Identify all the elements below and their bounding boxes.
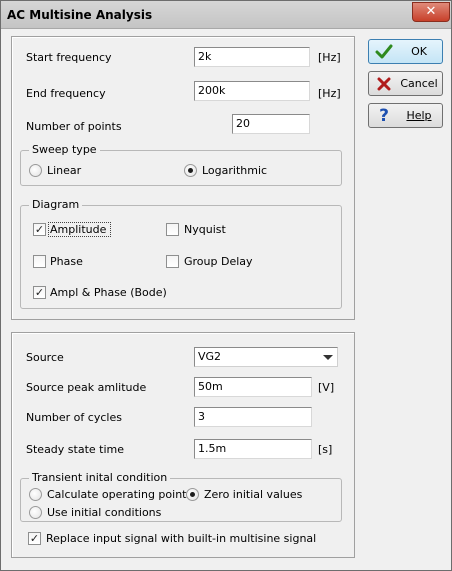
end-frequency-input[interactable]: 200k — [194, 81, 310, 101]
help-button[interactable]: ? Help — [368, 103, 443, 128]
diagram-group: Diagram ✓ Amplitude Nyquist Phase Group … — [20, 198, 342, 309]
x-icon — [377, 77, 391, 91]
end-frequency-unit: [Hz] — [318, 87, 341, 100]
use-initial-radio[interactable] — [29, 506, 42, 519]
amplitude-checkbox[interactable]: ✓ — [33, 223, 46, 236]
dialog-client: Start frequency 2k [Hz] End frequency 20… — [1, 30, 451, 570]
title-bar[interactable]: AC Multisine Analysis ✕ — [1, 1, 451, 29]
start-frequency-input[interactable]: 2k — [194, 47, 310, 67]
zero-initial-radio[interactable] — [186, 488, 199, 501]
phase-label[interactable]: Phase — [50, 255, 83, 268]
transient-title: Transient inital condition — [29, 471, 171, 484]
dialog-window: AC Multisine Analysis ✕ Start frequency … — [0, 0, 452, 571]
calc-operating-point-label[interactable]: Calculate operating point — [47, 488, 187, 501]
source-panel: Source VG2 Source peak amlitude 50m [V] … — [11, 332, 355, 558]
end-frequency-label: End frequency — [26, 87, 106, 100]
group-delay-checkbox[interactable] — [166, 255, 179, 268]
cycles-label: Number of cycles — [26, 411, 122, 424]
linear-label[interactable]: Linear — [47, 164, 81, 177]
close-button[interactable]: ✕ — [412, 2, 450, 22]
frequency-panel: Start frequency 2k [Hz] End frequency 20… — [11, 36, 355, 320]
question-mark-icon: ? — [379, 106, 389, 126]
source-value: VG2 — [198, 350, 222, 363]
steady-state-input[interactable]: 1.5m — [194, 439, 312, 459]
cycles-input[interactable]: 3 — [194, 407, 312, 427]
checkmark-icon — [375, 44, 393, 59]
linear-radio[interactable] — [29, 164, 42, 177]
sweep-type-group: Sweep type Linear Logarithmic — [20, 143, 342, 186]
ok-label: OK — [411, 45, 427, 58]
bode-label[interactable]: Ampl & Phase (Bode) — [50, 286, 167, 299]
close-icon: ✕ — [425, 4, 437, 19]
nyquist-checkbox[interactable] — [166, 223, 179, 236]
start-frequency-label: Start frequency — [26, 51, 112, 64]
points-label: Number of points — [26, 120, 122, 133]
cancel-button[interactable]: Cancel — [368, 71, 443, 96]
steady-state-unit: [s] — [318, 443, 333, 456]
bode-checkbox[interactable]: ✓ — [33, 286, 46, 299]
amplitude-label[interactable]: Amplitude — [50, 223, 106, 236]
chevron-down-icon[interactable] — [323, 355, 333, 360]
logarithmic-radio[interactable] — [184, 164, 197, 177]
replace-signal-checkbox[interactable]: ✓ — [28, 532, 41, 545]
cancel-label: Cancel — [400, 77, 438, 90]
calc-operating-point-radio[interactable] — [29, 488, 42, 501]
peak-amplitude-unit: [V] — [318, 381, 335, 394]
diagram-title: Diagram — [29, 198, 83, 211]
logarithmic-label[interactable]: Logarithmic — [202, 164, 267, 177]
start-frequency-unit: [Hz] — [318, 51, 341, 64]
group-delay-label[interactable]: Group Delay — [184, 255, 253, 268]
window-title: AC Multisine Analysis — [7, 8, 153, 22]
replace-signal-label[interactable]: Replace input signal with built-in multi… — [46, 532, 316, 545]
peak-amplitude-label: Source peak amlitude — [26, 381, 147, 394]
peak-amplitude-input[interactable]: 50m — [194, 377, 312, 397]
zero-initial-label[interactable]: Zero initial values — [204, 488, 302, 501]
use-initial-label[interactable]: Use initial conditions — [47, 506, 161, 519]
phase-checkbox[interactable] — [33, 255, 46, 268]
steady-state-label: Steady state time — [26, 443, 125, 456]
nyquist-label[interactable]: Nyquist — [184, 223, 226, 236]
transient-group: Transient inital condition Calculate ope… — [20, 471, 342, 522]
source-select[interactable]: VG2 — [194, 347, 338, 367]
help-label: Help — [406, 109, 432, 122]
ok-button[interactable]: OK — [368, 39, 443, 64]
sweep-type-title: Sweep type — [29, 143, 100, 156]
source-label: Source — [26, 351, 64, 364]
points-input[interactable]: 20 — [232, 114, 310, 134]
